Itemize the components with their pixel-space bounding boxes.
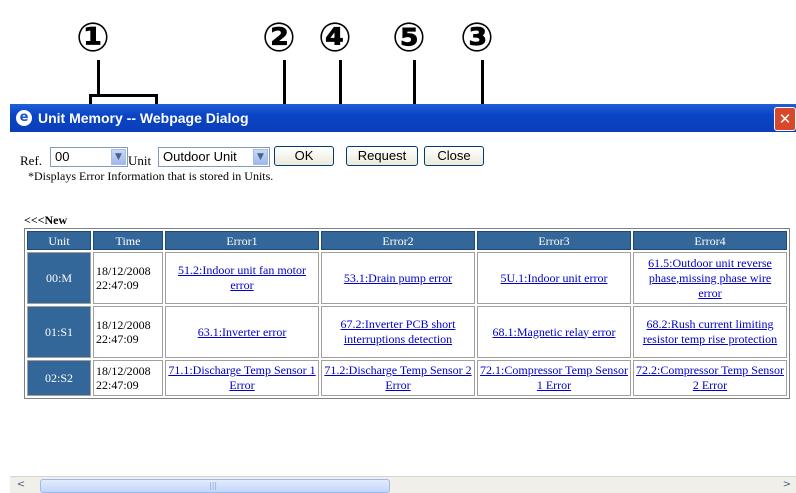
error-cell: 61.5:Outdoor unit reverse phase,missing … <box>633 252 787 304</box>
callout-3: ③ <box>460 15 494 61</box>
error-link[interactable]: 51.2:Indoor unit fan motor error <box>178 263 306 292</box>
error-cell: 67.2:Inverter PCB short interruptions de… <box>321 306 475 358</box>
column-header-error2: Error2 <box>321 231 475 250</box>
error-cell: 53.1:Drain pump error <box>321 252 475 304</box>
scrollbar-thumb[interactable]: ||| <box>40 479 390 493</box>
request-button[interactable]: Request <box>346 146 418 166</box>
column-header-unit: Unit <box>27 231 91 250</box>
error-cell: 68.1:Magnetic relay error <box>477 306 631 358</box>
error-link[interactable]: 72.2:Compressor Temp Sensor 2 Error <box>636 363 784 392</box>
unit-cell: 01:S1 <box>27 306 91 358</box>
close-button[interactable]: Close <box>424 146 484 166</box>
close-icon[interactable]: ✕ <box>774 107 796 131</box>
scroll-right-icon[interactable]: > <box>780 479 794 491</box>
date-text: 18/12/2008 <box>96 264 151 278</box>
column-header-error1: Error1 <box>165 231 319 250</box>
dialog-titlebar[interactable]: e Unit Memory -- Webpage Dialog ✕ <box>10 104 796 132</box>
unit-cell: 00:M <box>27 252 91 304</box>
error-link[interactable]: 61.5:Outdoor unit reverse phase,missing … <box>648 256 772 300</box>
table-row: 01:S1 18/12/2008 22:47:09 63.1:Inverter e… <box>27 306 787 358</box>
date-text: 18/12/2008 <box>96 318 151 332</box>
time-text: 22:47:09 <box>96 278 139 292</box>
table-row: 02:S2 18/12/2008 22:47:09 71.1:Discharge … <box>27 360 787 396</box>
new-marker: <<<New <box>24 213 68 227</box>
error-cell: 71.2:Discharge Temp Sensor 2 Error <box>321 360 475 396</box>
error-link[interactable]: 68.2:Rush current limiting resistor temp… <box>643 317 777 346</box>
date-text: 18/12/2008 <box>96 364 151 378</box>
callout-4: ④ <box>318 15 352 61</box>
time-cell: 18/12/2008 22:47:09 <box>93 360 163 396</box>
ok-button[interactable]: OK <box>274 146 334 166</box>
unit-select-value: Outdoor Unit <box>163 149 237 164</box>
chevron-down-icon[interactable]: ▼ <box>253 149 268 165</box>
column-header-error4: Error4 <box>633 231 787 250</box>
ref-select[interactable]: 00 ▼ <box>50 147 128 167</box>
column-header-time: Time <box>93 231 163 250</box>
error-link[interactable]: 67.2:Inverter PCB short interruptions de… <box>341 317 456 346</box>
error-cell: 51.2:Indoor unit fan motor error <box>165 252 319 304</box>
error-link[interactable]: 53.1:Drain pump error <box>344 271 452 285</box>
time-text: 22:47:09 <box>96 378 139 392</box>
time-cell: 18/12/2008 22:47:09 <box>93 306 163 358</box>
ref-select-value: 00 <box>55 149 70 164</box>
dialog-title: Unit Memory -- Webpage Dialog <box>38 110 249 126</box>
info-note: *Displays Error Information that is stor… <box>28 169 274 183</box>
ie-icon: e <box>16 110 32 126</box>
error-link[interactable]: 71.2:Discharge Temp Sensor 2 Error <box>324 363 471 392</box>
error-link[interactable]: 68.1:Magnetic relay error <box>493 325 616 339</box>
error-table: Unit Time Error1 Error2 Error3 Error4 00… <box>24 228 790 399</box>
callout-5: ⑤ <box>392 15 426 61</box>
time-text: 22:47:09 <box>96 332 139 346</box>
callout-1: ① <box>76 15 110 61</box>
error-cell: 72.2:Compressor Temp Sensor 2 Error <box>633 360 787 396</box>
scroll-left-icon[interactable]: < <box>14 479 28 491</box>
unit-cell: 02:S2 <box>27 360 91 396</box>
ref-label: Ref. <box>20 153 43 168</box>
error-cell: 71.1:Discharge Temp Sensor 1 Error <box>165 360 319 396</box>
column-header-error3: Error3 <box>477 231 631 250</box>
error-link[interactable]: 5U.1:Indoor unit error <box>501 271 608 285</box>
horizontal-scrollbar[interactable]: < ||| > <box>10 476 796 493</box>
callout-2: ② <box>262 15 296 61</box>
grip-icon: ||| <box>209 481 218 490</box>
error-link[interactable]: 63.1:Inverter error <box>198 325 287 339</box>
error-cell: 68.2:Rush current limiting resistor temp… <box>633 306 787 358</box>
callout-1-line-b <box>89 94 157 97</box>
error-link[interactable]: 71.1:Discharge Temp Sensor 1 Error <box>168 363 315 392</box>
time-cell: 18/12/2008 22:47:09 <box>93 252 163 304</box>
unit-label: Unit <box>128 153 152 168</box>
error-cell: 5U.1:Indoor unit error <box>477 252 631 304</box>
unit-select[interactable]: Outdoor Unit ▼ <box>158 147 270 167</box>
chevron-down-icon[interactable]: ▼ <box>111 149 126 165</box>
callout-1-line <box>97 60 100 96</box>
error-cell: 72.1:Compressor Temp Sensor 1 Error <box>477 360 631 396</box>
table-header-row: Unit Time Error1 Error2 Error3 Error4 <box>27 231 787 250</box>
table-row: 00:M 18/12/2008 22:47:09 51.2:Indoor unit… <box>27 252 787 304</box>
error-cell: 63.1:Inverter error <box>165 306 319 358</box>
error-link[interactable]: 72.1:Compressor Temp Sensor 1 Error <box>480 363 628 392</box>
